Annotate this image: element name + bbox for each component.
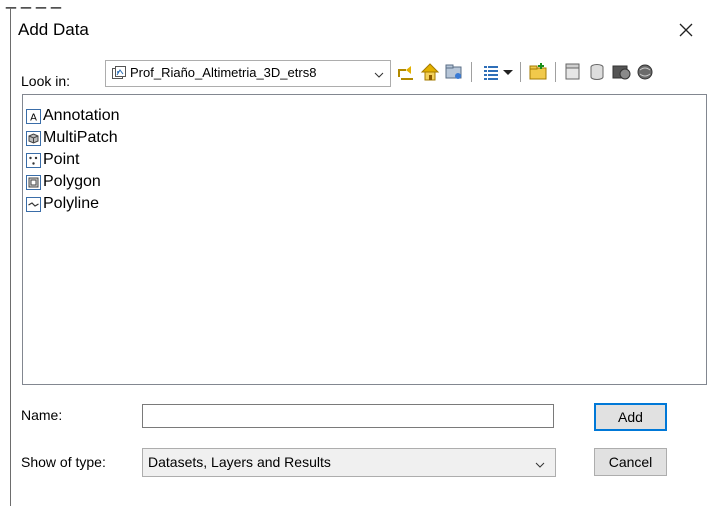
toolbar-separator [555,62,556,82]
view-list-icon[interactable] [480,61,502,83]
chevron-down-icon [535,457,545,468]
look-in-dropdown[interactable]: Prof_Riaño_Altimetria_3D_etrs8 [105,60,391,87]
show-of-type-label: Show of type: [21,454,106,470]
polygon-icon [26,174,41,190]
new-folder-icon[interactable] [527,61,549,83]
list-item[interactable]: Polygon [26,171,101,193]
svg-text:A: A [30,112,37,123]
dataset-list[interactable]: A Annotation MultiPatch Point Polygon Po… [22,94,707,385]
point-icon [26,152,41,168]
toolbar-separator [471,62,472,82]
item-label: Point [43,151,80,168]
chevron-down-icon [374,67,384,78]
toolbox-icon[interactable] [634,61,656,83]
look-in-label: Look in: [21,73,71,89]
add-button[interactable]: Add [594,403,667,431]
look-in-value: Prof_Riaño_Altimetria_3D_etrs8 [130,65,317,80]
cancel-button-label: Cancel [608,454,653,470]
list-item[interactable]: Point [26,149,79,171]
home-icon[interactable] [419,61,441,83]
background-title-fragment: _ _ _ _ [6,0,61,10]
show-of-type-dropdown[interactable]: Datasets, Layers and Results [142,448,556,477]
list-item[interactable]: Polyline [26,193,99,215]
item-label: Polygon [43,173,101,190]
up-one-level-icon[interactable] [395,61,417,83]
cancel-button[interactable]: Cancel [594,448,667,476]
connect-folder-icon[interactable] [443,61,465,83]
view-dropdown-icon[interactable] [501,61,515,83]
item-label: Annotation [43,107,120,124]
name-input[interactable] [142,404,554,428]
multipatch-icon [26,130,41,146]
add-data-dialog: Add Data Look in: Prof_Riaño_Altimetria_… [11,10,710,506]
database-icon[interactable] [586,61,608,83]
title-bar: Add Data [11,10,710,52]
item-label: MultiPatch [43,129,118,146]
feature-dataset-icon [112,66,126,80]
close-icon[interactable] [672,16,700,44]
window-title: Add Data [18,20,89,39]
name-label: Name: [21,407,63,423]
background-window-strip: _ _ _ _ [0,0,710,10]
polyline-icon [26,196,41,212]
add-button-label: Add [618,409,643,425]
list-item[interactable]: A Annotation [26,105,120,127]
show-of-type-value: Datasets, Layers and Results [148,454,331,470]
item-label: Polyline [43,195,100,212]
globe-icon[interactable] [610,61,632,83]
list-item[interactable]: MultiPatch [26,127,118,149]
catalog-icon[interactable] [562,61,584,83]
annotation-icon: A [26,108,41,124]
toolbar-separator [520,62,521,82]
